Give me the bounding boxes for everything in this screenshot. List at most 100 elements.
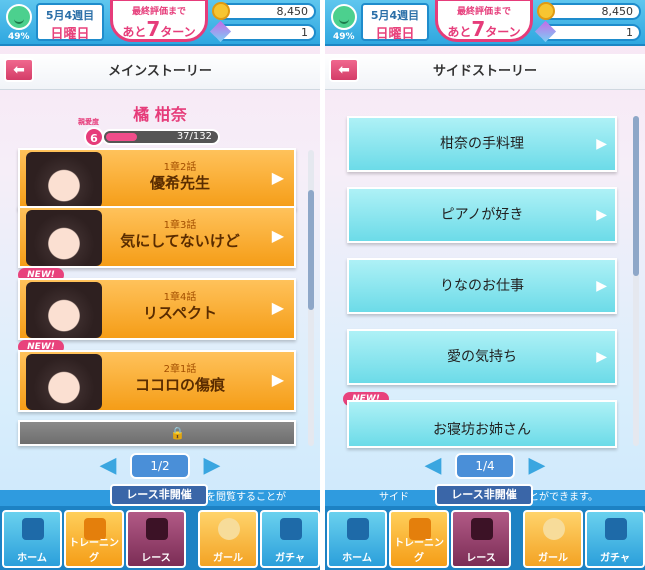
gem-icon [534, 20, 557, 43]
nav-girl[interactable]: ガール [523, 510, 583, 568]
side-story-panel: 49% 5月4週目 日曜日 最終評価まで あと7ターン 8,450 1 サイドス… [325, 0, 645, 570]
mood-percent: 49% [333, 32, 355, 42]
status-bar: 49% 5月4週目 日曜日 最終評価まで あと7ターン 8,450 1 [325, 0, 645, 46]
final-eval-badge: 最終評価まで あと7ターン [435, 0, 533, 42]
nav-home[interactable]: ホーム [327, 510, 387, 568]
home-icon [347, 518, 369, 540]
side-story-title: りなのお仕事 [440, 278, 524, 294]
home-icon [22, 518, 44, 540]
day-label: 日曜日 [375, 27, 415, 42]
prev-page-icon[interactable]: ◀ [98, 455, 118, 479]
coin-icon [537, 2, 555, 20]
character-portrait [26, 152, 102, 208]
story-title: リスペクト [143, 304, 217, 322]
eval-number: 7 [471, 17, 486, 41]
status-bar: 49% 5月4週目 日曜日 最終評価まで あと7ターン 8,450 1 [0, 0, 320, 46]
story-card[interactable]: 2章1話 ココロの傷痕 ▶ [18, 350, 296, 412]
girl-face-icon [218, 518, 240, 540]
mood-face-icon [331, 4, 357, 30]
week-label: 5月4週目 [370, 9, 420, 22]
coin-counter: 8,450 [212, 2, 316, 20]
side-story-card[interactable]: 愛の気持ち ▶ [347, 329, 617, 385]
nav-home[interactable]: ホーム [2, 510, 62, 568]
final-eval-badge: 最終評価まで あと7ターン [110, 0, 208, 42]
nav-label: ガール [538, 553, 568, 564]
nav-label: トレーニング [69, 538, 119, 564]
side-story-card[interactable]: ピアノが好き ▶ [347, 187, 617, 243]
side-story-title: 愛の気持ち [447, 349, 517, 365]
eval-caption: 最終評価まで [456, 7, 511, 17]
scrollbar-thumb[interactable] [308, 190, 314, 310]
main-story-panel: 49% 5月4週目 日曜日 最終評価まで あと7ターン 8,450 1 メインス… [0, 0, 320, 570]
story-chapter: 1章4話 [163, 292, 197, 303]
play-arrow-icon: ▶ [271, 168, 284, 187]
page-title: メインストーリー [0, 54, 320, 90]
side-story-card[interactable]: お寝坊お姉さん [347, 400, 617, 448]
play-arrow-icon: ▶ [271, 298, 284, 317]
gem-value: 1 [301, 26, 308, 39]
side-story-card[interactable]: りなのお仕事 ▶ [347, 258, 617, 314]
nav-label: トレーニング [394, 538, 444, 564]
nav-gacha[interactable]: ガチャ [585, 510, 645, 568]
bottom-nav: ホーム トレーニング レース ガール ガチャ [0, 506, 320, 570]
story-chapter: 2章1話 [163, 364, 197, 375]
next-page-icon[interactable]: ▶ [527, 455, 547, 479]
side-story-title: ピアノが好き [440, 207, 524, 223]
eval-number: 7 [146, 17, 161, 41]
nav-race[interactable]: レース [126, 510, 186, 568]
date-box: 5月4週目 日曜日 [36, 3, 104, 42]
mood-face-icon [6, 4, 32, 30]
character-portrait [26, 282, 102, 338]
back-arrow-icon: ⬅ [13, 62, 25, 78]
character-portrait [26, 210, 102, 266]
mood-percent: 49% [8, 32, 30, 42]
gem-icon [209, 20, 232, 43]
bottom-nav: ホーム トレーニング レース ガール ガチャ [325, 506, 645, 570]
prev-page-icon[interactable]: ◀ [423, 455, 443, 479]
affection-bar: 37/132 [102, 129, 220, 145]
side-story-card[interactable]: 柑奈の手料理 ▶ [347, 116, 617, 172]
runner-icon [471, 518, 493, 540]
scrollbar[interactable] [308, 150, 314, 446]
eval-turns: あと7ターン [113, 17, 205, 41]
shirt-icon [280, 518, 302, 540]
coin-counter: 8,450 [537, 2, 641, 20]
story-title: 気にしてないけど [120, 232, 240, 250]
coin-icon [212, 2, 230, 20]
gem-counter: 1 [209, 20, 316, 43]
play-arrow-icon: ▶ [271, 370, 284, 389]
play-arrow-icon: ▶ [596, 207, 607, 223]
story-title: 優希先生 [149, 174, 210, 192]
eval-prefix: あと [122, 25, 147, 39]
story-title: ココロの傷痕 [134, 376, 225, 394]
page-indicator: 1/2 [130, 453, 190, 479]
tip-prefix: サイド [379, 492, 409, 503]
scrollbar[interactable] [633, 116, 639, 446]
pagination: ◀ 1/4 ▶ [415, 453, 555, 481]
nav-race[interactable]: レース [451, 510, 511, 568]
eval-turns: あと7ターン [438, 17, 530, 41]
locked-story-card[interactable]: 🔒 [18, 420, 296, 446]
story-card[interactable]: 1章3話 気にしてないけど ▶ [18, 206, 296, 268]
play-arrow-icon: ▶ [596, 349, 607, 365]
nav-gacha[interactable]: ガチャ [260, 510, 320, 568]
week-label: 5月4週目 [45, 9, 95, 22]
story-card[interactable]: 1章4話 リスペクト ▶ [18, 278, 296, 340]
play-arrow-icon: ▶ [596, 278, 607, 294]
story-card[interactable]: 1章2話 優希先生 ▶ [18, 148, 296, 210]
nav-training[interactable]: トレーニング [389, 510, 449, 568]
next-page-icon[interactable]: ▶ [202, 455, 222, 479]
scrollbar-thumb[interactable] [633, 116, 639, 276]
side-story-title: お寝坊お姉さん [433, 422, 531, 438]
back-button[interactable]: ⬅ [329, 58, 359, 82]
character-name: 橘 柑奈 [133, 105, 187, 124]
side-story-title: 柑奈の手料理 [440, 136, 524, 152]
story-chapter: 1章3話 [163, 220, 197, 231]
nav-girl[interactable]: ガール [198, 510, 258, 568]
back-button[interactable]: ⬅ [4, 58, 34, 82]
nav-training[interactable]: トレーニング [64, 510, 124, 568]
nav-label: ガチャ [600, 553, 630, 564]
page-title: サイドストーリー [325, 54, 645, 90]
nav-label: ホーム [17, 553, 47, 564]
character-portrait [26, 354, 102, 410]
